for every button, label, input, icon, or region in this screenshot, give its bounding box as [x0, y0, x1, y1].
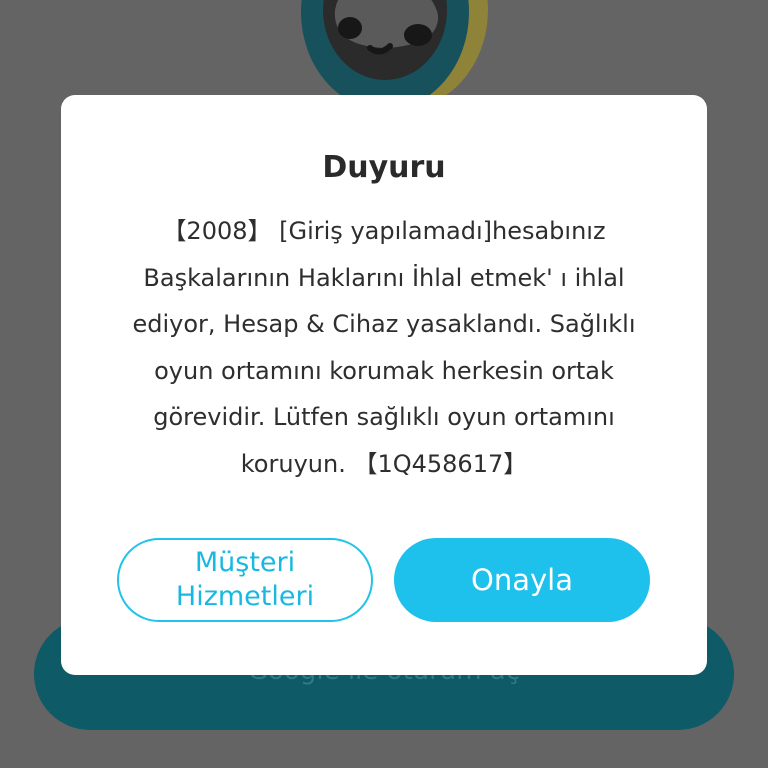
customer-service-label-line1: Müşteri — [194, 547, 296, 578]
message-line: ediyor, Hesap & Cihaz yasaklandı. Sağlık… — [132, 310, 636, 338]
confirm-button[interactable]: Onayla — [394, 538, 650, 622]
message-line: 【2008】 [Giriş yapılamadı]hesabınız — [162, 217, 606, 245]
confirm-label: Onayla — [471, 563, 573, 597]
message-line: Başkalarının Haklarını İhlal etmek' ı ih… — [143, 263, 625, 292]
dialog-message: 【2008】 [Giriş yapılamadı]hesabınız Başka… — [61, 208, 707, 487]
dialog-title: Duyuru — [322, 150, 446, 185]
mascot-icon — [301, 0, 488, 110]
customer-service-label-line2: Hizmetleri — [175, 581, 315, 612]
message-line: görevidir. Lütfen sağlıklı oyun ortamını — [153, 403, 615, 431]
message-line: oyun ortamını korumak herkesin ortak — [154, 356, 614, 385]
message-line: koruyun. 【1Q458617】 — [240, 449, 528, 478]
app-screen: Google ile oturum aç Duyuru 【2008】 [Giri… — [0, 0, 768, 768]
customer-service-button[interactable]: Müşteri Hizmetleri — [117, 538, 373, 622]
